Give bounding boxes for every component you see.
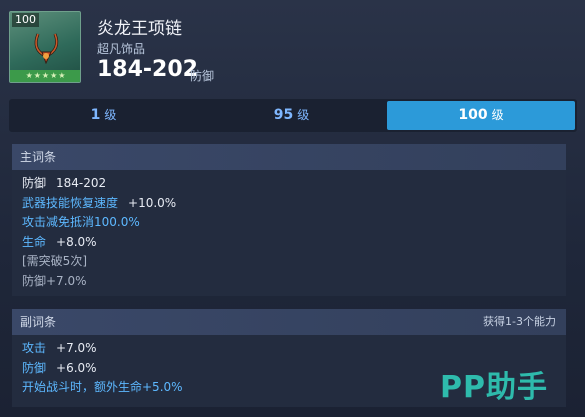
tab-level-1[interactable]: 1级: [11, 101, 196, 130]
affix-locked-bonus: 防御+7.0%: [22, 273, 87, 288]
main-affix-title: 主词条: [20, 150, 57, 164]
affix-key: 武器技能恢复速度: [22, 195, 119, 210]
item-icon-frame[interactable]: 100 ★★★★★: [9, 11, 81, 83]
item-name: 炎龙王项链: [97, 19, 182, 39]
necklace-icon: [34, 33, 59, 64]
affix-key: 攻击: [22, 341, 47, 355]
tab-level-unit: 级: [104, 108, 117, 122]
tab-level-unit: 级: [491, 108, 504, 122]
affix-row-locked-defense: 防御+7.0%: [22, 272, 566, 292]
tab-level-95[interactable]: 95 级: [199, 101, 384, 130]
item-level-badge: 100: [12, 13, 39, 27]
main-affix-list: 防御 184-202 武器技能恢复速度 +10.0% 攻击减免抵消100.0% 生命…: [12, 170, 566, 291]
affix-requirement: [需突破5次]: [22, 254, 87, 268]
affix-row-skill-recovery: 武器技能恢复速度 +10.0%: [22, 194, 566, 214]
affix-row-damage-offset: 攻击减免抵消100.0%: [22, 213, 566, 233]
affix-value: 184-202: [56, 176, 107, 190]
affix-key: 防御: [22, 360, 47, 375]
sub-affix-header: 副词条 获得1-3个能力: [12, 309, 566, 335]
affix-value: +6.0%: [56, 360, 97, 375]
item-rarity: 超凡饰品: [97, 42, 146, 56]
affix-key: 开始战斗时，额外生命+5.0%: [22, 380, 183, 394]
affix-key: 防御: [22, 176, 47, 190]
tab-level-number: 100: [458, 107, 488, 123]
affix-row-hp: 生命 +8.0%: [22, 233, 566, 253]
affix-key: 攻击减免抵消100.0%: [22, 215, 140, 229]
tab-level-number: 95: [273, 107, 294, 123]
sub-affix-note: 获得1-3个能力: [483, 315, 556, 328]
item-stat-label: 防御: [190, 69, 215, 83]
main-affix-panel: 主词条 防御 184-202 武器技能恢复速度 +10.0% 攻击减免抵消100.0…: [12, 144, 566, 296]
main-affix-header: 主词条: [12, 144, 566, 170]
item-header: 100 ★★★★★ 炎龙王项链 超凡饰品 184-202 防御: [0, 0, 585, 92]
affix-value: +8.0%: [56, 234, 97, 249]
tab-level-number: 1: [90, 107, 101, 123]
sub-affix-title: 副词条: [20, 315, 57, 329]
affix-key: 生命: [22, 234, 47, 249]
rarity-stars: ★★★★★: [10, 70, 80, 82]
affix-value: +7.0%: [56, 341, 97, 355]
affix-row-breakthrough-req: [需突破5次]: [22, 252, 566, 272]
watermark-logo: PP助手: [440, 370, 548, 405]
level-tabs: 1级 95 级 100 级: [9, 99, 577, 132]
tab-level-unit: 级: [297, 108, 310, 122]
affix-value: +10.0%: [128, 195, 177, 210]
item-stat-value: 184-202: [97, 57, 198, 82]
affix-row-defense: 防御 184-202: [22, 174, 566, 194]
tab-level-100[interactable]: 100 级: [387, 101, 575, 130]
affix-row-attack: 攻击 +7.0%: [22, 339, 566, 359]
